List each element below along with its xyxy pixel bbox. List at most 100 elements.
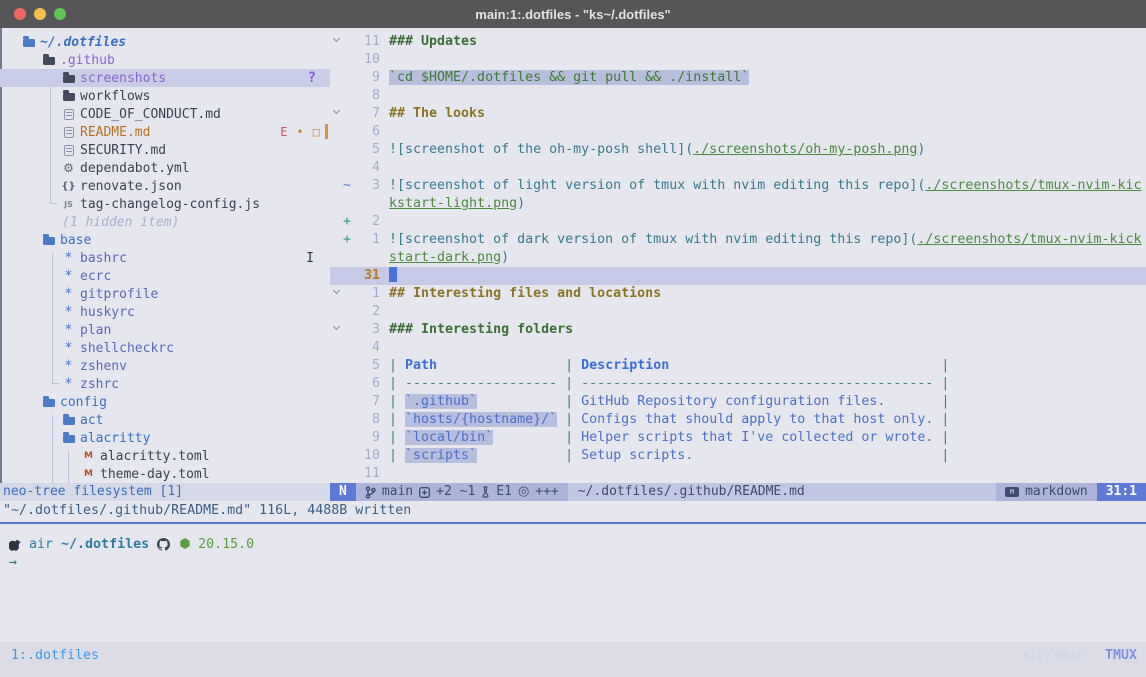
- editor-line[interactable]: 31: [330, 267, 1146, 285]
- fold-chevron-icon[interactable]: [330, 33, 343, 51]
- tree-item-label: screenshots: [80, 71, 166, 86]
- tree-item--1-hidden-item-[interactable]: (1 hidden item): [0, 213, 330, 231]
- editor-line[interactable]: +1![screenshot of dark version of tmux w…: [330, 231, 1146, 249]
- line-number: 6: [353, 123, 380, 141]
- editor-line[interactable]: 5| Path | Description |: [330, 357, 1146, 375]
- git-sign: [343, 285, 353, 303]
- tree-item-dependabot.yml[interactable]: ⚙dependabot.yml: [0, 159, 330, 177]
- editor-line[interactable]: start-dark.png): [330, 249, 1146, 267]
- git-sign: [343, 141, 353, 159]
- tree-item-act[interactable]: act: [0, 411, 330, 429]
- editor-line[interactable]: 6: [330, 123, 1146, 141]
- neotree-sidebar: ~/.dotfiles.githubscreenshots?workflowsC…: [0, 28, 330, 483]
- editor-line[interactable]: 11: [330, 465, 1146, 483]
- editor-line[interactable]: 11### Updates: [330, 33, 1146, 51]
- editor-line[interactable]: 7| `.github` | GitHub Repository configu…: [330, 393, 1146, 411]
- line-text: ### Interesting folders: [380, 321, 573, 339]
- fold-chevron-icon[interactable]: [330, 105, 343, 123]
- editor-line[interactable]: 7## The looks: [330, 105, 1146, 123]
- tree-item-bashrc[interactable]: *bashrcI: [0, 249, 330, 267]
- tree-item-label: dependabot.yml: [80, 161, 190, 176]
- editor-window[interactable]: 11### Updates109`cd $HOME/.dotfiles && g…: [330, 28, 1146, 483]
- tree-item-label: SECURITY.md: [80, 143, 166, 158]
- tree-item-ecrc[interactable]: *ecrc: [0, 267, 330, 285]
- tree-item-base[interactable]: base: [0, 231, 330, 249]
- editor-line[interactable]: 5![screenshot of the oh-my-posh shell](.…: [330, 141, 1146, 159]
- line-text: | ------------------- | ----------------…: [380, 375, 949, 393]
- tree-item-workflows[interactable]: workflows: [0, 87, 330, 105]
- editor-line[interactable]: 8: [330, 87, 1146, 105]
- tree-item-shellcheckrc[interactable]: *shellcheckrc: [0, 339, 330, 357]
- window-title: main:1:.dotfiles - "ks~/.dotfiles": [0, 7, 1146, 22]
- line-number: 4: [353, 339, 380, 357]
- editor-line[interactable]: 10: [330, 51, 1146, 69]
- line-number: 5: [353, 141, 380, 159]
- editor-line[interactable]: 2: [330, 303, 1146, 321]
- line-text: | Path | Description |: [380, 357, 949, 375]
- editor-line[interactable]: 9`cd $HOME/.dotfiles && git pull && ./in…: [330, 69, 1146, 87]
- braces-icon: {}: [62, 181, 75, 192]
- editor-line[interactable]: 9| `local/bin` | Helper scripts that I'v…: [330, 429, 1146, 447]
- tree-item-alacritty.toml[interactable]: Malacritty.toml: [0, 447, 330, 465]
- tree-item-readme.md[interactable]: README.md E•□: [0, 123, 330, 141]
- editor-line[interactable]: 10| `scripts` | Setup scripts. |: [330, 447, 1146, 465]
- git-sign: [343, 51, 353, 69]
- line-number: 9: [353, 429, 380, 447]
- git-sign: [343, 267, 353, 285]
- window-titlebar: main:1:.dotfiles - "ks~/.dotfiles": [0, 0, 1146, 28]
- tree-item-label: README.md: [80, 125, 150, 140]
- file-icon: [62, 109, 75, 120]
- line-text: [380, 465, 389, 483]
- star-icon: *: [62, 268, 75, 284]
- tree-item-config[interactable]: config: [0, 393, 330, 411]
- tree-item-.github[interactable]: .github: [0, 51, 330, 69]
- tree-item-label: plan: [80, 323, 111, 338]
- tree-item-label: theme-day.toml: [100, 467, 210, 482]
- line-number: 8: [353, 411, 380, 429]
- tree-item-security.md[interactable]: SECURITY.md: [0, 141, 330, 159]
- editor-line[interactable]: kstart-light.png): [330, 195, 1146, 213]
- editor-line[interactable]: ~3![screenshot of light version of tmux …: [330, 177, 1146, 195]
- git-sign: +: [343, 231, 353, 249]
- tmux-window-name[interactable]: 1:.dotfiles: [11, 648, 99, 663]
- flask-icon: [481, 486, 490, 498]
- line-text: ![screenshot of dark version of tmux wit…: [380, 231, 1142, 249]
- tree-item-plan[interactable]: * plan: [0, 321, 330, 339]
- tree-item-renovate.json[interactable]: {}renovate.json: [0, 177, 330, 195]
- line-number: 5: [353, 357, 380, 375]
- editor-line[interactable]: 8| `hosts/{hostname}/` | Configs that sh…: [330, 411, 1146, 429]
- editor-line[interactable]: 1## Interesting files and locations: [330, 285, 1146, 303]
- tree-item-label: zshenv: [80, 359, 127, 374]
- line-number: 7: [353, 105, 380, 123]
- tree-item-alacritty[interactable]: alacritty: [0, 429, 330, 447]
- line-text: | `scripts` | Setup scripts. |: [380, 447, 949, 465]
- git-sign: [343, 195, 353, 213]
- line-text: [380, 339, 389, 357]
- tree-item-screenshots[interactable]: screenshots?: [0, 69, 330, 87]
- git-sign: +: [343, 213, 353, 231]
- git-sign: [343, 393, 353, 411]
- editor-line[interactable]: +2: [330, 213, 1146, 231]
- tree-item--.dotfiles[interactable]: ~/.dotfiles: [0, 33, 330, 51]
- git-sign: [343, 357, 353, 375]
- tree-item-zshenv[interactable]: *zshenv: [0, 357, 330, 375]
- tree-item-huskyrc[interactable]: *huskyrc: [0, 303, 330, 321]
- fold-chevron-icon[interactable]: [330, 285, 343, 303]
- tree-item-zshrc[interactable]: *zshrc: [0, 375, 330, 393]
- shell-pane[interactable]: air ~/.dotfiles 20.15.0 →: [0, 524, 1146, 642]
- editor-line[interactable]: 3### Interesting folders: [330, 321, 1146, 339]
- line-number: 9: [353, 69, 380, 87]
- editor-line[interactable]: 4: [330, 339, 1146, 357]
- file-status-marks: E•□: [280, 125, 320, 139]
- tree-item-gitprofile[interactable]: *gitprofile: [0, 285, 330, 303]
- tree-item-theme-day.toml[interactable]: Mtheme-day.toml: [0, 465, 330, 483]
- tree-item-code-of-conduct.md[interactable]: CODE_OF_CONDUCT.md: [0, 105, 330, 123]
- tree-item-label: tag-changelog-config.js: [80, 197, 260, 212]
- editor-line[interactable]: 4: [330, 159, 1146, 177]
- star-icon: *: [62, 322, 75, 338]
- editor-line[interactable]: 6| ------------------- | ---------------…: [330, 375, 1146, 393]
- tree-item-label: act: [80, 413, 103, 428]
- fold-chevron-icon[interactable]: [330, 321, 343, 339]
- tree-item-tag-changelog-config.js[interactable]: JStag-changelog-config.js: [0, 195, 330, 213]
- statusline: N main+2 ~1E1◎+++ ~/.dotfiles/.github/RE…: [330, 483, 1146, 501]
